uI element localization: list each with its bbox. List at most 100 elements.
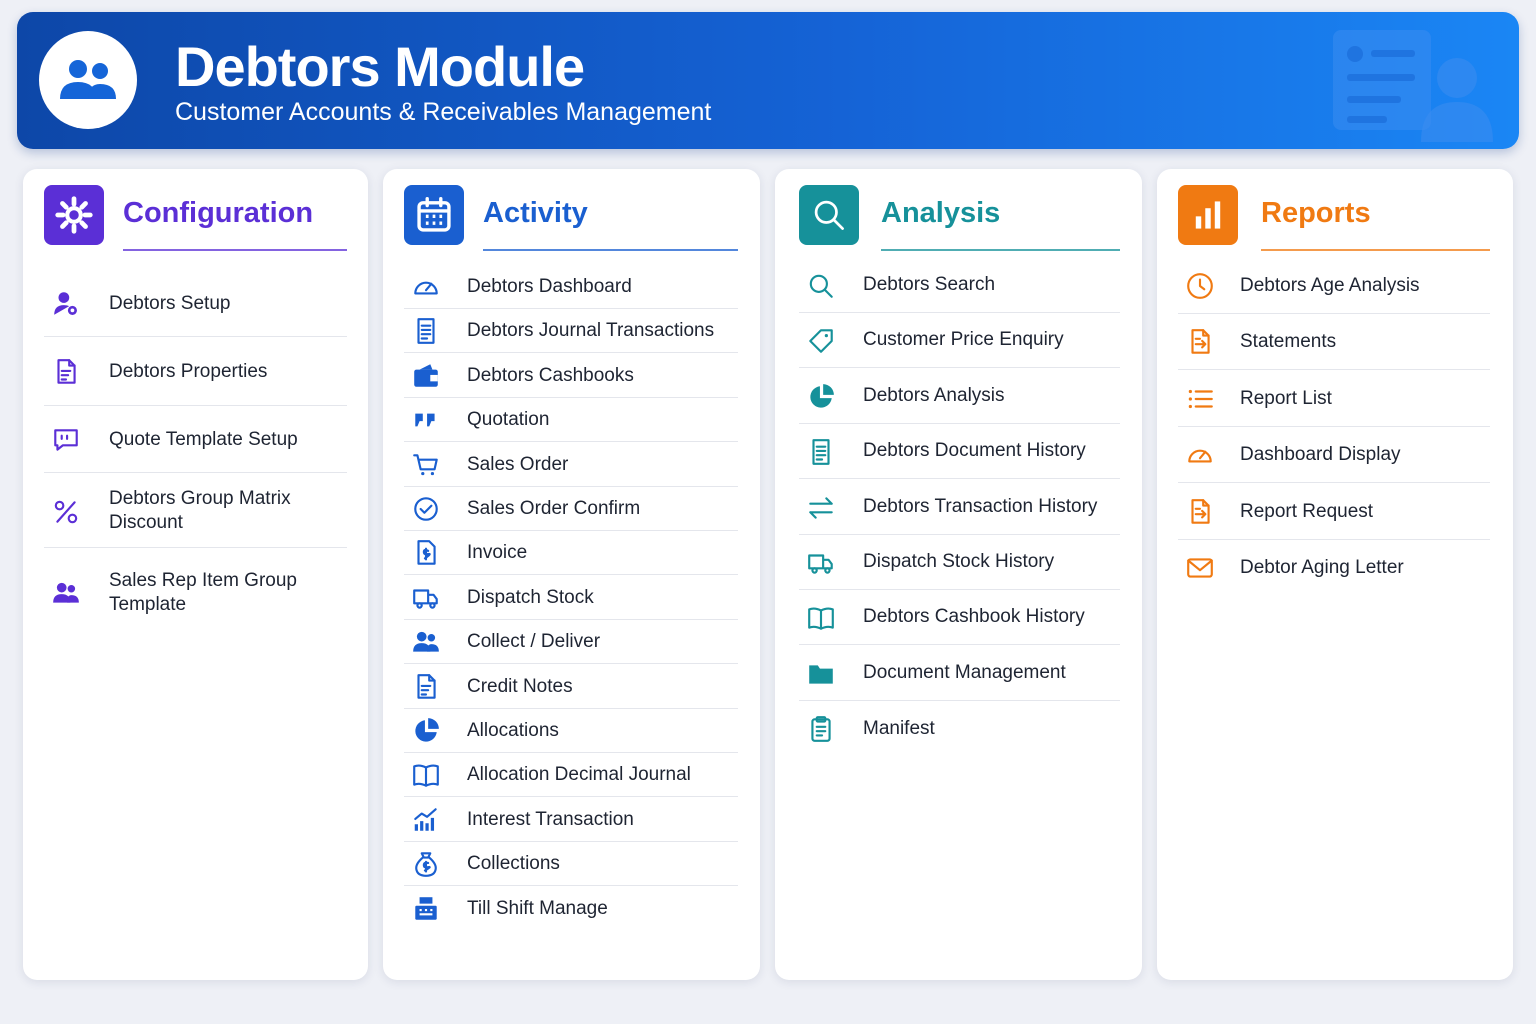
reports-menu-item[interactable]: Report Request <box>1178 484 1490 540</box>
reports-menu-item-label: Dashboard Display <box>1240 443 1401 465</box>
activity-menu-item[interactable]: Credit Notes <box>404 665 738 709</box>
reports-menu-item[interactable]: Report List <box>1178 371 1490 427</box>
book-icon <box>799 598 843 638</box>
analysis-menu-item-label: Customer Price Enquiry <box>863 329 1064 350</box>
users-icon <box>44 573 88 613</box>
reports-menu-item[interactable]: Dashboard Display <box>1178 427 1490 483</box>
activity-menu-item[interactable]: Till Shift Manage <box>404 887 738 931</box>
cash-register-icon <box>404 889 448 929</box>
document-export-icon <box>1178 492 1222 532</box>
activity-menu-item-label: Debtors Journal Transactions <box>467 319 715 341</box>
reports-menu-item-label: Debtors Age Analysis <box>1240 274 1420 296</box>
truck-icon <box>404 578 448 618</box>
document-export-icon <box>1178 322 1222 362</box>
reports-menu-item-label: Report Request <box>1240 500 1374 522</box>
analysis-menu-item-label: Manifest <box>863 717 935 739</box>
configuration-menu-item-label: Sales Rep Item Group Template <box>109 570 297 615</box>
check-circle-icon <box>404 489 448 529</box>
invoice-icon <box>404 533 448 573</box>
configuration-menu-item[interactable]: Debtors Properties <box>44 338 347 406</box>
reports-menu-item-label: Debtor Aging Letter <box>1240 557 1404 578</box>
reports-menu-item[interactable]: Statements <box>1178 314 1490 370</box>
activity-menu-item[interactable]: Allocations <box>404 709 738 753</box>
configuration-menu-item[interactable]: Debtors Group Matrix Discount <box>44 475 347 548</box>
analysis-menu-item[interactable]: Debtors Cashbook History <box>799 590 1120 645</box>
clock-icon <box>1178 266 1222 306</box>
configuration-title-underline <box>123 249 347 251</box>
analysis-panel: Analysis Debtors Search Customer Price Enq… <box>775 169 1142 980</box>
activity-menu-item[interactable]: Debtors Dashboard <box>404 265 738 309</box>
reports-menu-item-label: Statements <box>1240 330 1337 352</box>
reports-panel: Reports Debtors Age Analysis Statements Rep… <box>1157 169 1513 980</box>
speedometer-icon <box>404 267 448 307</box>
analysis-menu-item[interactable]: Debtors Search <box>799 258 1120 313</box>
activity-menu-item-label: Collections <box>467 852 560 874</box>
cart-icon <box>404 445 448 485</box>
configuration-menu-item[interactable]: Quote Template Setup <box>44 407 347 473</box>
quote-icon <box>404 400 448 440</box>
configuration-menu-item[interactable]: Sales Rep Item Group Template <box>44 559 347 627</box>
users-icon <box>404 622 448 662</box>
reports-section-title: Reports <box>1261 197 1371 229</box>
analysis-menu-item[interactable]: Customer Price Enquiry <box>799 313 1120 368</box>
activity-menu-item[interactable]: Interest Transaction <box>404 798 738 842</box>
wallet-icon <box>404 356 448 396</box>
activity-menu-item-label: Debtors Cashbooks <box>467 364 634 386</box>
analysis-menu-item[interactable]: Document Management <box>799 646 1120 701</box>
analysis-menu-item-label: Debtors Transaction History <box>863 496 1098 517</box>
list-icon <box>1178 379 1222 419</box>
page-title: Debtors Module <box>175 35 585 98</box>
configuration-menu-item[interactable]: Debtors Setup <box>44 271 347 337</box>
analysis-menu-item[interactable]: Dispatch Stock History <box>799 535 1120 590</box>
module-header: Debtors Module Customer Accounts & Recei… <box>17 12 1519 149</box>
activity-menu-item[interactable]: Quotation <box>404 398 738 442</box>
quote-bubble-icon <box>44 420 88 460</box>
activity-section-title: Activity <box>483 197 588 229</box>
clipboard-icon <box>799 709 843 749</box>
tag-icon <box>799 321 843 361</box>
book-icon <box>404 755 448 795</box>
envelope-icon <box>1178 548 1222 588</box>
activity-menu-item-label: Dispatch Stock <box>467 586 594 608</box>
analysis-menu-item-label: Dispatch Stock History <box>863 551 1055 572</box>
activity-menu-item-label: Debtors Dashboard <box>467 275 632 297</box>
reports-menu-item-label: Report List <box>1240 387 1332 409</box>
activity-menu-item-label: Interest Transaction <box>467 808 634 830</box>
pie-chart-icon <box>404 711 448 751</box>
configuration-panel: Configuration Debtors Setup Debtors Proper… <box>23 169 368 980</box>
activity-menu-item[interactable]: Allocation Decimal Journal <box>404 753 738 797</box>
analysis-menu-item-label: Debtors Document History <box>863 440 1086 461</box>
activity-menu-item[interactable]: Sales Order Confirm <box>404 487 738 531</box>
reports-menu-item[interactable]: Debtors Age Analysis <box>1178 258 1490 314</box>
analysis-menu-item-label: Debtors Search <box>863 274 996 295</box>
page-subtitle: Customer Accounts & Receivables Manageme… <box>175 98 712 126</box>
activity-menu-item[interactable]: Debtors Journal Transactions <box>404 309 738 353</box>
activity-menu-item[interactable]: Debtors Cashbooks <box>404 354 738 398</box>
activity-menu-item[interactable]: Dispatch Stock <box>404 576 738 620</box>
search-icon <box>799 266 843 306</box>
activity-menu-item-label: Sales Order Confirm <box>467 497 641 519</box>
document-lines-icon <box>799 432 843 472</box>
analysis-menu-item[interactable]: Debtors Analysis <box>799 369 1120 424</box>
analysis-section-title: Analysis <box>881 197 1001 229</box>
analysis-menu-item[interactable]: Debtors Document History <box>799 424 1120 479</box>
reports-menu-item[interactable]: Debtor Aging Letter <box>1178 540 1490 596</box>
activity-menu-item[interactable]: Invoice <box>404 531 738 575</box>
contact-card-icon <box>1333 30 1498 145</box>
analysis-menu-item-label: Debtors Analysis <box>863 385 1005 406</box>
analysis-menu-item[interactable]: Debtors Transaction History <box>799 480 1120 535</box>
activity-menu-item[interactable]: Collect / Deliver <box>404 620 738 664</box>
analysis-menu-item[interactable]: Manifest <box>799 701 1120 756</box>
analysis-title-underline <box>881 249 1120 251</box>
calendar-icon <box>404 185 464 245</box>
activity-title-underline <box>483 249 738 251</box>
activity-menu-item-label: Collect / Deliver <box>467 630 601 652</box>
folder-icon <box>799 654 843 694</box>
user-gear-icon <box>44 284 88 324</box>
activity-menu-item-label: Allocation Decimal Journal <box>467 763 691 785</box>
activity-menu-item[interactable]: Collections <box>404 842 738 886</box>
reports-title-underline <box>1261 249 1490 251</box>
activity-menu-item[interactable]: Sales Order <box>404 443 738 487</box>
percent-icon <box>44 492 88 532</box>
bar-chart-icon <box>1178 185 1238 245</box>
